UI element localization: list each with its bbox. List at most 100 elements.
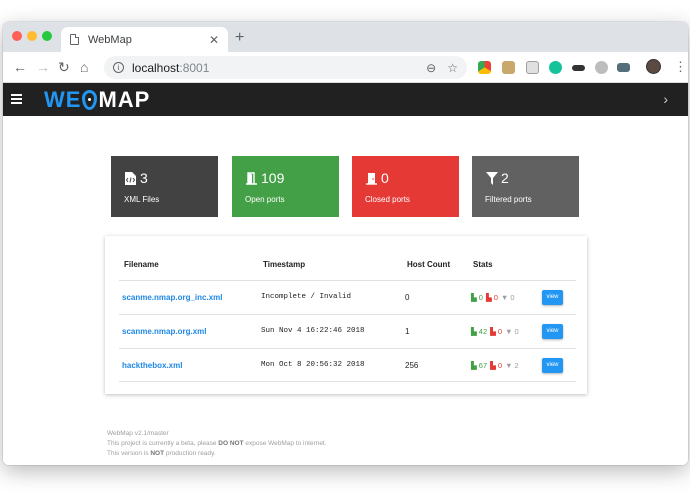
tab-strip: WebMap ✕ + (3, 22, 688, 52)
timestamp-cell: Sun Nov 4 16:22:46 2018 (261, 327, 365, 335)
filtered-count: 2 (514, 361, 519, 370)
maximize-window-button[interactable] (42, 31, 52, 41)
circle-extension-icon[interactable] (595, 61, 608, 74)
host-count-cell: 1 (405, 327, 410, 336)
timestamp-cell: Incomplete / Invalid (261, 293, 352, 301)
profile-avatar[interactable] (646, 59, 661, 74)
door-closed-icon: ▙ (490, 327, 496, 336)
closed-count: 0 (497, 361, 503, 370)
url-host: localhost (132, 60, 180, 75)
view-button[interactable]: view (542, 358, 563, 373)
scan-files-table: Filename Timestamp Host Count Stats scan… (105, 236, 587, 394)
footer-beta-warning: This project is currently a beta, please… (107, 439, 327, 449)
forward-icon[interactable]: → (36, 58, 50, 76)
new-tab-button[interactable]: + (235, 29, 244, 47)
stat-count: 0 (381, 170, 389, 186)
door-closed-icon: ▙ (490, 361, 496, 370)
grid-extension-icon[interactable] (526, 61, 539, 74)
stats-cell: ▙ 42 ▙ 0 ▼ 0 (471, 327, 522, 336)
door-open-icon: ▙ (471, 327, 477, 336)
browser-tab[interactable]: WebMap ✕ (61, 27, 228, 52)
footer-notice: WebMap v2.1/master This project is curre… (107, 429, 327, 459)
header-stats: Stats (473, 260, 493, 269)
header-filename: Filename (124, 260, 159, 269)
header-timestamp: Timestamp (263, 260, 306, 269)
url-text[interactable]: localhost:8001 (132, 61, 415, 75)
tab-close-icon[interactable]: ✕ (209, 33, 219, 47)
view-button[interactable]: view (542, 290, 563, 305)
filter-icon: ▼ (505, 361, 513, 370)
chrome-extension-icon[interactable] (478, 61, 491, 74)
open-count: 0 (478, 293, 483, 302)
browser-window: WebMap ✕ + ← → ↻ ⌂ i localhost:8001 ⊖ ☆ … (3, 22, 688, 465)
header-host-count: Host Count (407, 260, 451, 269)
minimize-window-button[interactable] (27, 31, 37, 41)
logo-we-text: WE (44, 87, 82, 112)
hamburger-menu-icon[interactable] (11, 94, 22, 104)
logo-map-text: MAP (98, 87, 151, 112)
door-open-icon (245, 171, 258, 185)
zoom-icon[interactable]: ⊖ (426, 61, 436, 75)
bookmark-star-icon[interactable]: ☆ (447, 61, 458, 75)
stat-card-filtered-ports: 2 Filtered ports (472, 156, 579, 217)
view-button[interactable]: view (542, 324, 563, 339)
filter-icon: ▼ (500, 293, 509, 302)
url-port: :8001 (179, 60, 210, 75)
tab-title: WebMap (88, 33, 132, 46)
app-header: WE MAP › (3, 83, 688, 116)
reload-icon[interactable]: ↻ (58, 58, 70, 76)
stat-card-closed-ports: 0 Closed ports (352, 156, 459, 217)
stat-card-open-ports: 109 Open ports (232, 156, 339, 217)
stats-cell: ▙ 67 ▙ 0 ▼ 2 (471, 361, 522, 370)
glasses-extension-icon[interactable] (572, 65, 585, 71)
home-icon[interactable]: ⌂ (80, 58, 88, 76)
host-count-cell: 0 (405, 293, 410, 302)
close-window-button[interactable] (12, 31, 22, 41)
stat-card-xml-files: 3 XML Files (111, 156, 218, 217)
footer-text: This project is currently a beta, please (107, 440, 219, 447)
info-icon[interactable]: i (113, 62, 124, 73)
table-row: hackthebox.xml Mon Oct 8 20:56:32 2018 2… (119, 348, 576, 382)
address-bar[interactable]: i localhost:8001 ⊖ ☆ (104, 56, 467, 79)
footer-bold: DO NOT (218, 440, 244, 447)
table-header: Filename Timestamp Host Count Stats (122, 260, 575, 280)
stat-label: XML Files (124, 195, 160, 204)
page-icon (70, 34, 79, 45)
webmap-logo: WE MAP (44, 88, 150, 112)
filename-link[interactable]: scanme.nmap.org.xml (122, 327, 206, 336)
host-count-cell: 256 (405, 361, 419, 370)
stat-count: 109 (261, 170, 285, 186)
timestamp-cell: Mon Oct 8 20:56:32 2018 (261, 361, 365, 369)
footer-bold: NOT (150, 450, 165, 457)
grammarly-icon[interactable] (549, 61, 562, 74)
filtered-count: 0 (510, 293, 515, 302)
stat-label: Closed ports (365, 195, 410, 204)
closed-count: 0 (493, 293, 498, 302)
main-content: 3 XML Files 109 Open ports 0 Closed port… (3, 116, 688, 465)
back-icon[interactable]: ← (13, 58, 27, 76)
open-count: 42 (478, 327, 488, 336)
filename-link[interactable]: scanme.nmap.org_inc.xml (122, 293, 222, 302)
file-code-icon (124, 171, 137, 185)
door-open-icon: ▙ (471, 361, 477, 370)
footer-text: expose WebMap to internet. (243, 440, 327, 447)
browser-toolbar: ← → ↻ ⌂ i localhost:8001 ⊖ ☆ ⋮ (3, 52, 688, 83)
footer-text: This version is (107, 450, 151, 457)
open-count: 67 (478, 361, 488, 370)
closed-count: 0 (497, 327, 503, 336)
filter-icon: ▼ (505, 327, 513, 336)
logo-eye-icon (82, 90, 98, 110)
door-open-icon: ▙ (471, 293, 477, 302)
video-extension-icon[interactable] (617, 63, 630, 72)
stat-label: Filtered ports (485, 195, 532, 204)
filter-icon (485, 171, 498, 185)
chevron-right-icon[interactable]: › (663, 91, 668, 107)
stats-cell: ▙ 0 ▙ 0 ▼ 0 (471, 293, 518, 302)
cookie-extension-icon[interactable] (502, 61, 515, 74)
filename-link[interactable]: hackthebox.xml (122, 361, 182, 370)
footer-text: production ready. (164, 450, 216, 457)
menu-icon[interactable]: ⋮ (674, 58, 687, 76)
stat-count: 2 (501, 170, 509, 186)
stat-count: 3 (140, 170, 148, 186)
door-closed-icon (365, 172, 378, 185)
